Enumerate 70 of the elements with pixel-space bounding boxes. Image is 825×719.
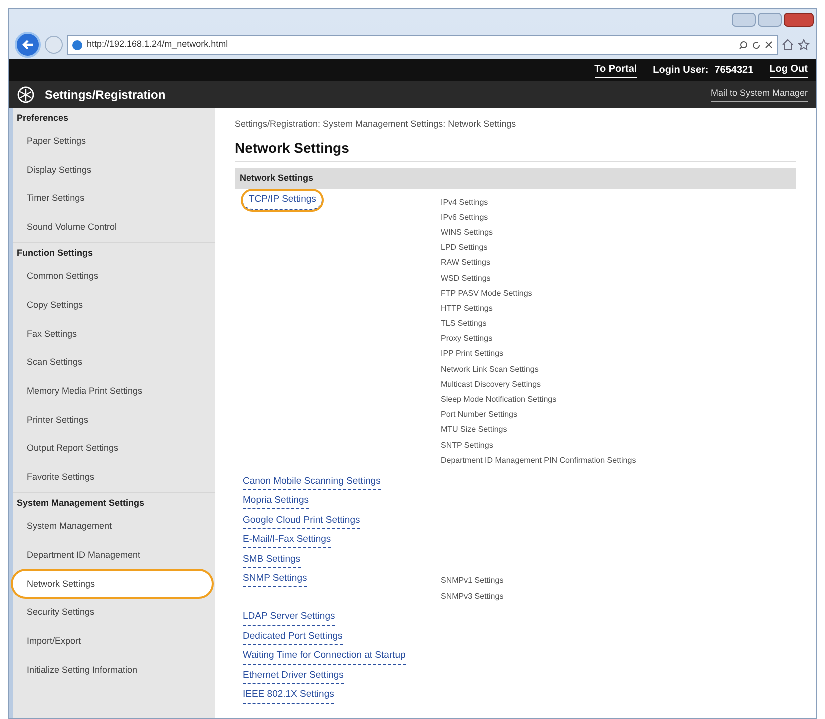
sidebar-item[interactable]: Output Report Settings [13, 436, 212, 462]
sub-setting-item: Network Link Scan Settings [441, 364, 540, 376]
sub-setting-item: Port Number Settings [441, 409, 518, 422]
settings-link[interactable]: Dedicated Port Settings [243, 630, 343, 646]
sub-setting-item: WINS Settings [441, 226, 494, 239]
settings-link[interactable]: SMB Settings [243, 552, 301, 568]
sidebar-item[interactable]: Memory Media Print Settings [13, 378, 212, 405]
settings-link[interactable]: TCP/IP Settings [243, 191, 322, 210]
sub-setting-item: IPv6 Settings [441, 212, 490, 224]
sub-setting-item: SNTP Settings [441, 440, 494, 452]
sub-setting-item: IPv4 Settings [441, 196, 490, 209]
sidebar-item[interactable]: Paper Settings [13, 128, 212, 155]
sidebar-item[interactable]: Security Settings [13, 600, 212, 626]
sidebar-item[interactable]: Initialize Setting Information [13, 658, 212, 684]
sub-setting-item: FTP PASV Mode Settings [441, 288, 534, 300]
settings-link[interactable]: IEEE 802.1X Settings [243, 688, 334, 704]
url-text: http://192.168.1.24/m_network.html [87, 38, 230, 52]
settings-link[interactable]: Mopria Settings [243, 494, 310, 510]
sub-setting-item: IPP Print Settings [441, 348, 505, 360]
sidebar-item[interactable]: Sound Volume Control [13, 214, 212, 241]
sidebar-item[interactable]: Import/Export [13, 628, 212, 655]
log-out-link[interactable]: Log Out [770, 62, 808, 78]
sidebar-heading: Preferences [16, 112, 70, 125]
to-portal-link[interactable]: To Portal [594, 62, 638, 78]
sub-setting-item: SNMPv1 Settings [441, 575, 504, 588]
login-user-id: 7654321 [714, 64, 754, 78]
sub-setting-item: WSD Settings [441, 272, 492, 285]
sidebar-item[interactable]: Common Settings [13, 264, 212, 290]
sub-setting-item: SNMPv3 Settings [441, 590, 504, 603]
sidebar-item[interactable]: Network Settings [13, 571, 212, 598]
star-icon[interactable] [798, 39, 810, 51]
sub-setting-item: LPD Settings [441, 242, 489, 254]
home-icon[interactable] [782, 39, 794, 51]
sub-setting-item: MTU Size Settings [441, 424, 508, 436]
sidebar-heading: System Management Settings [13, 492, 215, 513]
settings-link[interactable]: Canon Mobile Scanning Settings [243, 474, 381, 490]
page-header-title: Settings/Registration [45, 86, 167, 104]
page-title: Network Settings [235, 138, 796, 162]
sidebar-item[interactable]: Department ID Management [13, 542, 212, 569]
sub-setting-item: Proxy Settings [441, 333, 494, 346]
search-icon[interactable] [739, 40, 748, 50]
sidebar-item[interactable]: Copy Settings [13, 292, 212, 319]
mail-link[interactable]: Mail to System Manager [710, 87, 808, 102]
sidebar-item[interactable]: Scan Settings [13, 350, 212, 376]
settings-link[interactable]: E-Mail/I-Fax Settings [243, 533, 332, 548]
sub-setting-item: Sleep Mode Notification Settings [441, 394, 558, 406]
sub-setting-item: Department ID Management PIN Confirmation Settings [441, 454, 636, 467]
sidebar-heading: Function Settings [13, 242, 215, 263]
settings-link[interactable]: Ethernet Driver Settings [243, 668, 344, 684]
back-icon[interactable] [15, 32, 41, 58]
sub-setting-item: HTTP Settings [441, 302, 494, 315]
sidebar-item[interactable]: Fax Settings [13, 321, 212, 348]
section-header: Network Settings [235, 168, 796, 189]
sidebar-item[interactable]: Printer Settings [13, 408, 212, 434]
settings-link[interactable]: Waiting Time for Connection at Startup [243, 649, 406, 665]
sidebar-item[interactable]: Display Settings [13, 158, 212, 184]
sidebar-item[interactable]: System Management [13, 514, 212, 540]
breadcrumb: Settings/Registration: System Management Settings: Network Settings [235, 118, 518, 131]
sidebar-item[interactable]: Favorite Settings [13, 464, 212, 491]
address-field[interactable]: http://192.168.1.24/m_network.html [67, 35, 778, 55]
login-user-label: Login User: [653, 64, 709, 78]
gear-icon [17, 86, 35, 104]
refresh-icon[interactable] [752, 40, 761, 50]
settings-link[interactable]: LDAP Server Settings [243, 610, 336, 626]
sub-setting-item: RAW Settings [441, 257, 492, 270]
sub-setting-item: TLS Settings [441, 318, 488, 330]
sidebar-item[interactable]: Timer Settings [13, 186, 212, 212]
settings-link[interactable]: SNMP Settings [243, 572, 308, 588]
sub-setting-item: Multicast Discovery Settings [441, 378, 542, 391]
settings-link[interactable]: Google Cloud Print Settings [243, 514, 360, 529]
